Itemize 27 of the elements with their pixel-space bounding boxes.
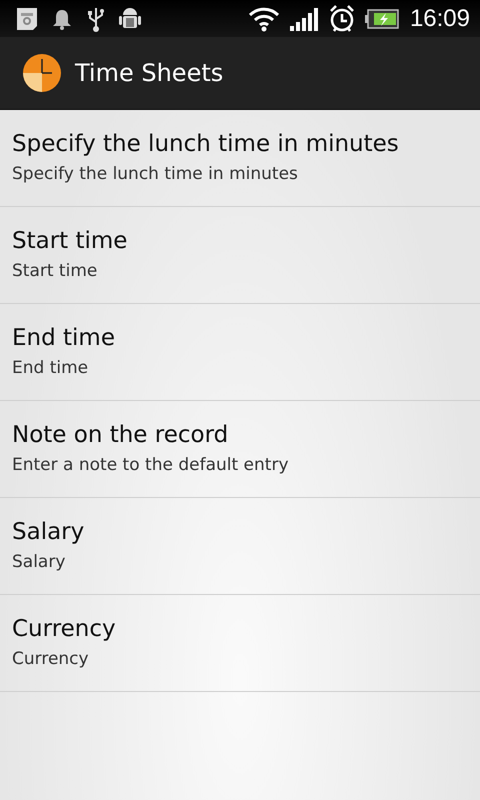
preference-summary: Salary <box>12 551 66 574</box>
clock-icon <box>22 53 62 93</box>
preference-summary: End time <box>12 357 90 380</box>
app-title: Time Sheets <box>75 59 224 87</box>
wifi-icon <box>248 6 280 32</box>
clock-time: 16:09 <box>410 4 470 32</box>
alarm-clock-icon <box>328 4 356 34</box>
ftp-icon <box>16 6 38 30</box>
preference-summary: Enter a note to the default entry <box>12 454 290 477</box>
preference-item[interactable]: Salary Salary <box>0 498 480 595</box>
preference-title: Salary <box>12 518 86 547</box>
usb-icon <box>86 6 106 32</box>
preference-item[interactable]: Specify the lunch time in minutes Specify the lunch time in minutes <box>0 110 480 207</box>
preference-item[interactable]: Start time Start time <box>0 207 480 304</box>
preference-item[interactable]: Currency Currency <box>0 595 480 692</box>
preference-summary: Start time <box>12 260 98 283</box>
preference-title: Note on the record <box>12 421 230 450</box>
signal-icon <box>288 6 319 32</box>
preference-title: Specify the lunch time in minutes <box>12 130 400 159</box>
preference-item[interactable]: Note on the record Enter a note to the default entry <box>0 401 480 498</box>
preference-item[interactable]: End time End time <box>0 304 480 401</box>
preference-summary: Currency <box>12 648 90 671</box>
preference-title: Currency <box>12 615 117 644</box>
preference-title: Start time <box>12 227 128 256</box>
battery-charging-icon <box>364 8 399 28</box>
preference-title: End time <box>12 324 116 353</box>
preference-summary: Specify the lunch time in minutes <box>12 163 299 186</box>
